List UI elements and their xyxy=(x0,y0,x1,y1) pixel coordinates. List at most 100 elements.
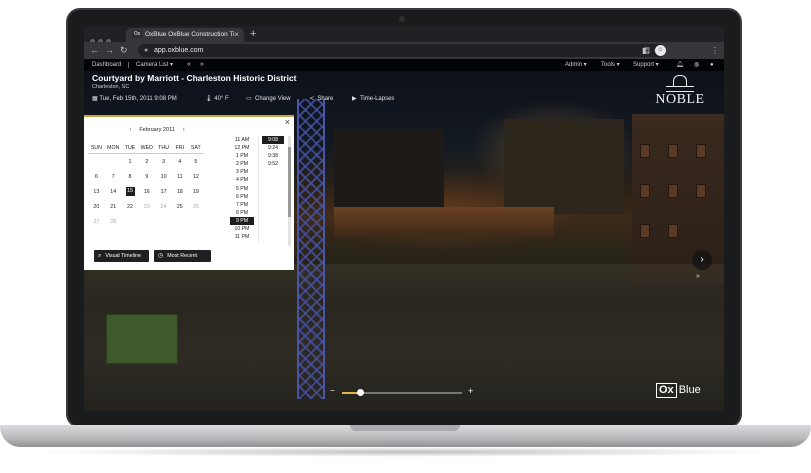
bell-icon[interactable]: 🔔︎ xyxy=(676,59,684,71)
minute-option[interactable]: 9:24 xyxy=(262,144,284,152)
calendar-day[interactable]: 12 xyxy=(188,169,204,184)
capitol-dome-icon xyxy=(673,75,687,86)
minute-option[interactable]: 9:38 xyxy=(262,152,284,160)
weekday-label: FRI xyxy=(171,142,188,154)
chevron-right-icon: › xyxy=(700,254,704,265)
hour-option[interactable]: 10 PM xyxy=(230,225,254,233)
calendar-day[interactable]: 14 xyxy=(105,184,122,199)
calendar-day[interactable]: 2 xyxy=(138,154,155,170)
calendar-day[interactable]: 22 xyxy=(122,199,138,214)
zoom-in-button[interactable]: + xyxy=(468,386,473,396)
calendar-grid: SUN MON TUE WED THU FRI SAT 1 2 3 4 5 6 … xyxy=(88,142,204,229)
window xyxy=(640,144,650,158)
calendar-day: 27 xyxy=(93,218,100,225)
profile-icon[interactable]: ☺ xyxy=(655,45,666,56)
close-icon[interactable]: × xyxy=(285,117,290,127)
sidebar-icon[interactable]: ◧ xyxy=(642,42,650,59)
calendar-day xyxy=(88,154,105,170)
hour-option[interactable]: 2 PM xyxy=(230,160,254,168)
chevron-left-icon[interactable]: « xyxy=(187,59,191,71)
most-recent-button[interactable]: ◷ Most Recent xyxy=(154,250,211,262)
selected-day-label: 15 xyxy=(125,187,135,196)
nav-tools[interactable]: Tools ▾ xyxy=(601,59,620,71)
globe-icon[interactable]: ◍ xyxy=(694,59,699,71)
oxblue-logo-ox: Ox xyxy=(656,383,677,398)
calendar-day[interactable]: 9 xyxy=(138,169,155,184)
minute-option-selected[interactable]: 9:08 xyxy=(262,136,284,145)
lock-icon: ● xyxy=(144,47,149,54)
calendar-day[interactable]: 8 xyxy=(122,169,138,184)
prev-month-button[interactable]: ‹ xyxy=(129,127,131,133)
camera-view[interactable]: Dashboard Camera List ▾ « » Admin ▾ Tool… xyxy=(84,59,724,411)
back-icon[interactable]: ← xyxy=(90,42,99,59)
address-bar[interactable]: ● app.oxblue.com ⚿ ☆ xyxy=(138,44,666,57)
visual-timeline-button[interactable]: ⌕ Visual Timeline xyxy=(94,250,149,262)
chevron-right-icon[interactable]: » xyxy=(200,59,204,71)
tab-close-icon[interactable]: × xyxy=(234,28,239,42)
calendar-day xyxy=(122,214,138,229)
nav-admin[interactable]: Admin ▾ xyxy=(565,59,587,71)
search-icon: ⌕ xyxy=(98,253,102,259)
hour-option[interactable]: 4 PM xyxy=(230,176,254,184)
nav-dashboard[interactable]: Dashboard xyxy=(92,59,121,71)
time-lapses-button[interactable]: ▶ Time-Lapses xyxy=(352,92,394,106)
calendar-day[interactable]: 19 xyxy=(188,184,204,199)
next-month-button[interactable]: › xyxy=(183,127,185,133)
oxblue-favicon: Ox xyxy=(132,30,142,39)
calendar-day[interactable]: 10 xyxy=(155,169,172,184)
zoom-knob[interactable] xyxy=(357,389,364,396)
hour-option[interactable]: 7 PM xyxy=(230,201,254,209)
fast-forward-icon[interactable]: » xyxy=(696,273,700,280)
hour-option[interactable]: 11 AM xyxy=(230,136,254,144)
calendar-day[interactable]: 1 xyxy=(122,154,138,170)
calendar-day[interactable]: 17 xyxy=(155,184,172,199)
hour-list: 11 AM 12 PM 1 PM 2 PM 3 PM 4 PM 5 PM 6 P… xyxy=(230,136,254,241)
hour-option[interactable]: 11 PM xyxy=(230,233,254,241)
next-image-button[interactable]: › xyxy=(692,250,712,270)
oxblue-logo: Ox Blue xyxy=(656,382,701,398)
scrollbar-thumb[interactable] xyxy=(288,147,291,217)
divider xyxy=(128,62,129,68)
calendar-day[interactable]: 20 xyxy=(88,199,105,214)
hour-option[interactable]: 1 PM xyxy=(230,152,254,160)
calendar-day[interactable]: 7 xyxy=(105,169,122,184)
date-picker-toggle[interactable]: ▦ Tue, Feb 15th, 2011 9:08 PM xyxy=(92,92,177,106)
new-tab-button[interactable]: + xyxy=(250,27,256,41)
reload-icon[interactable]: ↻ xyxy=(120,42,128,59)
calendar-day-selected[interactable]: 15 xyxy=(122,184,138,199)
date-picker-popup: × ‹ February 2011 › SUN MON TUE WED THU FR… xyxy=(84,115,294,270)
zoom-slider[interactable]: − + xyxy=(324,386,484,399)
change-view-label: Change View xyxy=(255,96,291,102)
site-navbar: Dashboard Camera List ▾ « » Admin ▾ Tool… xyxy=(84,59,724,71)
calendar-day[interactable]: 11 xyxy=(172,169,188,184)
hour-option[interactable]: 5 PM xyxy=(230,185,254,193)
browser-tab[interactable]: Ox OxBlue OxBlue Construction Ti × xyxy=(126,28,244,42)
hour-option-selected[interactable]: 9 PM xyxy=(230,216,254,226)
calendar-day[interactable]: 4 xyxy=(172,154,188,170)
window xyxy=(668,224,678,238)
calendar-day[interactable]: 13 xyxy=(88,184,105,199)
calendar-day[interactable]: 25 xyxy=(172,199,188,214)
menu-icon[interactable]: ⋮ xyxy=(711,42,719,59)
hour-option[interactable]: 8 PM xyxy=(230,209,254,217)
clock-icon: ◷ xyxy=(158,253,164,259)
hour-option[interactable]: 12 PM xyxy=(230,144,254,152)
share-button[interactable]: ≺ Share xyxy=(309,92,333,106)
zoom-out-button[interactable]: − xyxy=(330,386,335,395)
calendar-day[interactable]: 6 xyxy=(88,169,105,184)
hour-option[interactable]: 3 PM xyxy=(230,168,254,176)
nav-support[interactable]: Support ▾ xyxy=(633,59,659,71)
change-view-button[interactable]: ▭ Change View xyxy=(246,92,291,106)
url-text: app.oxblue.com xyxy=(154,47,204,54)
weekday-label: TUE xyxy=(121,142,139,154)
hour-option[interactable]: 6 PM xyxy=(230,193,254,201)
calendar-day[interactable]: 16 xyxy=(138,184,155,199)
calendar-day[interactable]: 3 xyxy=(155,154,172,170)
minute-option[interactable]: 9:52 xyxy=(262,160,284,168)
forward-icon[interactable]: → xyxy=(105,42,114,59)
nav-camera-list[interactable]: Camera List ▾ xyxy=(136,59,173,71)
calendar-day[interactable]: 18 xyxy=(172,184,188,199)
calendar-day[interactable]: 5 xyxy=(188,154,204,170)
user-icon[interactable]: ● xyxy=(710,59,714,71)
calendar-day[interactable]: 21 xyxy=(105,199,122,214)
